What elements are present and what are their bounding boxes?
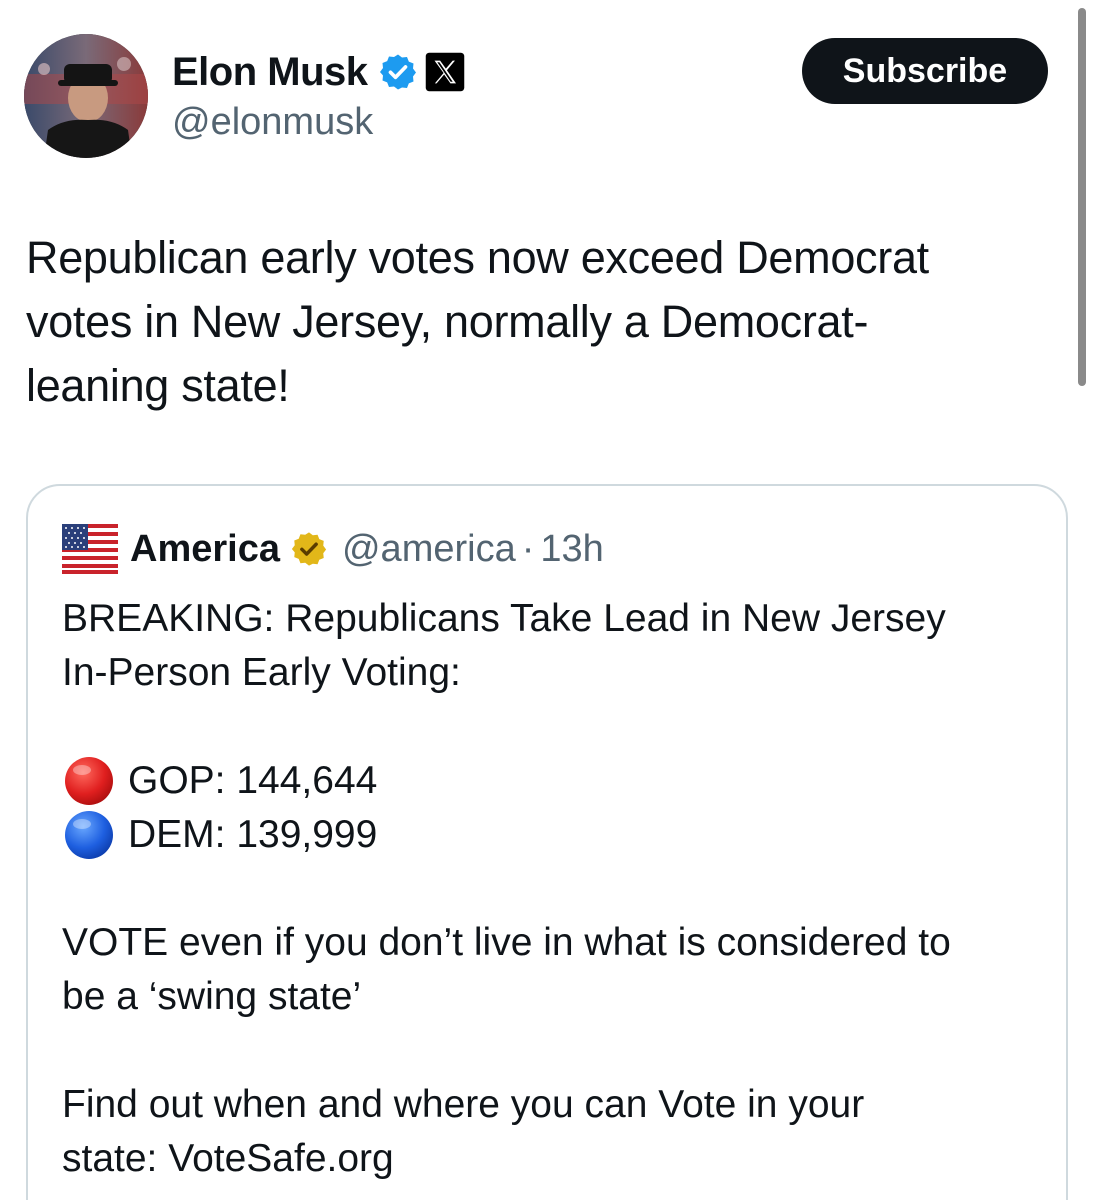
tweet-text-line: votes in New Jersey, normally a Democrat…	[26, 296, 869, 347]
vote-gop-label: GOP: 144,644	[128, 759, 378, 802]
tweet-text-line: leaning state!	[26, 360, 290, 411]
x-logo-icon[interactable]	[424, 51, 466, 93]
author-handle[interactable]: @elonmusk	[172, 100, 373, 144]
tweet-page: Elon Musk @elonmusk Subscribe Republican…	[0, 0, 1095, 1200]
verified-gold-check-icon[interactable]	[290, 530, 328, 568]
quoted-tweet-header: America @america · 13h	[62, 520, 604, 578]
find-out-line: Find out when and where you can Vote in …	[62, 1083, 865, 1126]
quoted-author-handle[interactable]: @america	[342, 528, 516, 571]
vote-count-gop: GOP: 144,644	[62, 754, 1042, 808]
headline-line: BREAKING: Republicans Take Lead in New J…	[62, 597, 946, 640]
vote-count-dem: DEM: 139,999	[62, 808, 1042, 862]
us-flag-icon[interactable]	[62, 521, 118, 577]
quoted-author-name[interactable]: America	[130, 528, 280, 571]
scrollbar-thumb[interactable]	[1078, 8, 1086, 386]
headline-line: In-Person Early Voting:	[62, 651, 461, 694]
quoted-tweet-time[interactable]: 13h	[540, 528, 603, 571]
red-circle-icon	[62, 754, 116, 808]
subscribe-button[interactable]: Subscribe	[802, 38, 1048, 104]
author-avatar[interactable]	[24, 34, 148, 158]
vote-dem-label: DEM: 139,999	[128, 813, 378, 856]
tweet-text-line: Republican early votes now exceed Democr…	[26, 232, 929, 283]
vote-message-line: VOTE even if you don’t live in what is c…	[62, 921, 951, 964]
quoted-tweet-card[interactable]: America @america · 13h BREAKING: Republi…	[26, 484, 1068, 1200]
tweet-text: Republican early votes now exceed Democr…	[26, 226, 1046, 418]
quoted-tweet-body: BREAKING: Republicans Take Lead in New J…	[62, 592, 1042, 1186]
avatar-photo-image	[24, 34, 148, 158]
author-display-name[interactable]: Elon Musk	[172, 48, 368, 96]
verified-blue-check-icon[interactable]	[378, 52, 418, 92]
vote-message-line: be a ‘swing state’	[62, 975, 362, 1018]
author-name-row: Elon Musk	[172, 48, 466, 96]
blue-circle-icon	[62, 808, 116, 862]
find-out-line: state: VoteSafe.org	[62, 1137, 394, 1180]
dot-separator: ·	[521, 527, 535, 570]
